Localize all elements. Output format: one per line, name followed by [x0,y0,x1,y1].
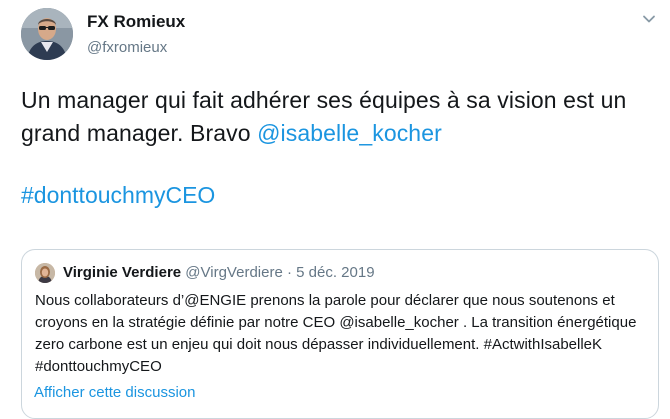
quoted-text: Nous collaborateurs d’@ENGIE prenons la … [35,292,637,375]
quoted-tweet[interactable]: Virginie Verdiere @VirgVerdiere · 5 déc.… [21,249,659,419]
mention-link[interactable]: @isabelle_kocher [257,120,442,146]
author-name[interactable]: FX Romieux [87,12,185,32]
quoted-avatar[interactable] [35,263,55,283]
show-thread-link[interactable]: Afficher cette discussion [34,384,195,401]
quoted-header: Virginie Verdiere @VirgVerdiere · 5 déc.… [63,264,375,281]
meta-separator: · [282,264,297,281]
hashtag-link[interactable]: #donttouchmyCEO [21,182,215,209]
quoted-handle[interactable]: @VirgVerdiere [185,264,283,281]
quoted-name[interactable]: Virginie Verdiere [63,264,181,281]
quoted-date[interactable]: 5 déc. 2019 [296,264,374,281]
tweet-text: Un manager qui fait adhérer ses équipes … [21,84,661,150]
chevron-down-icon[interactable] [642,12,656,26]
author-avatar[interactable] [21,8,73,60]
author-handle[interactable]: @fxromieux [87,39,167,56]
